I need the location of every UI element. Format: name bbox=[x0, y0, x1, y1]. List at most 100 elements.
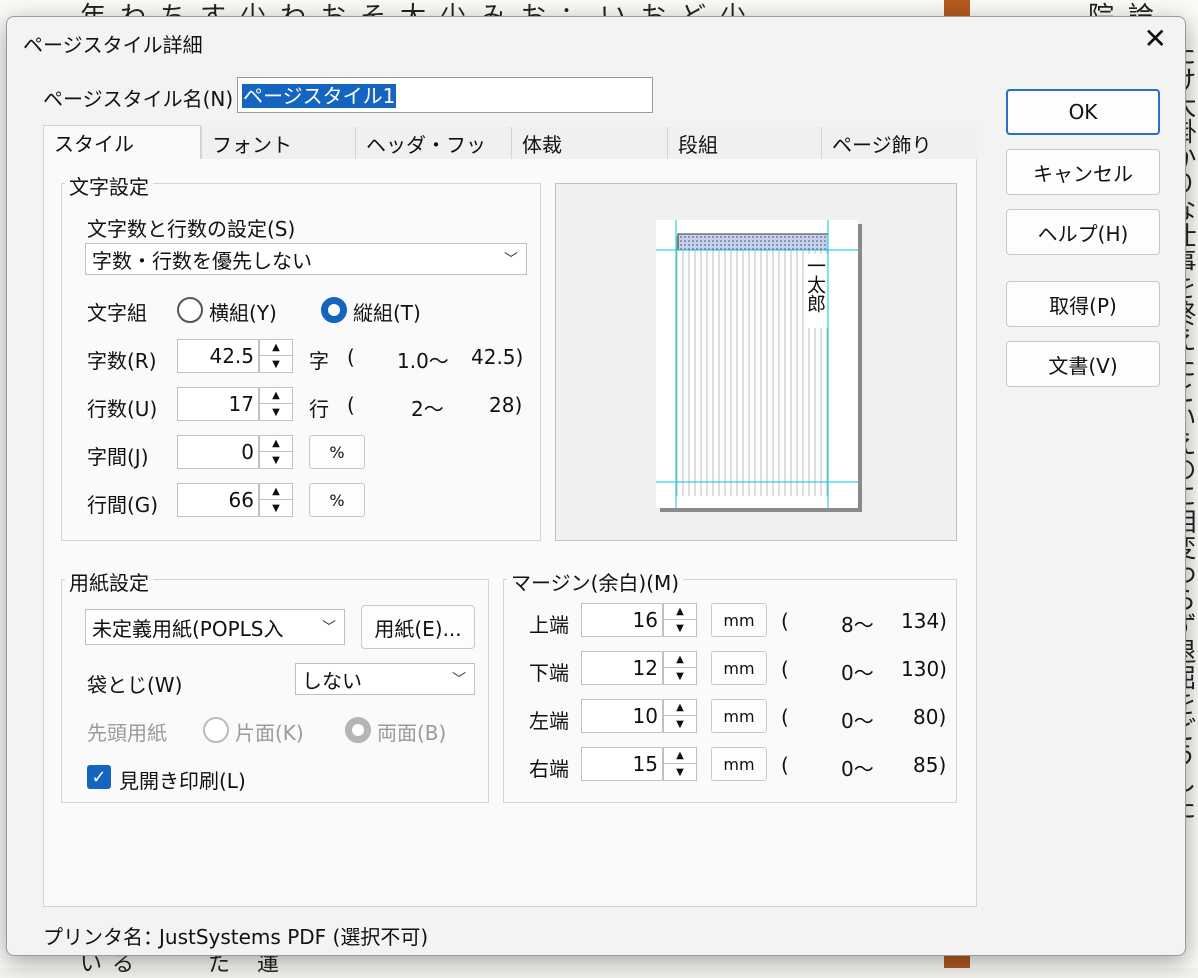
paper-settings-title: 用紙設定 bbox=[65, 567, 153, 596]
margin-left-spinner[interactable]: ▲ ▼ bbox=[663, 699, 697, 733]
char-count-value: 字数・行数を優先しない bbox=[92, 248, 312, 273]
margin-top-unit-button[interactable]: mm bbox=[711, 603, 767, 637]
spin-up-icon[interactable]: ▲ bbox=[260, 484, 292, 500]
vertical-radio[interactable] bbox=[321, 297, 347, 323]
spin-up-icon[interactable]: ▲ bbox=[664, 748, 696, 764]
margin-bottom-label: 下端 bbox=[529, 661, 569, 685]
printer-value: JustSystems PDF (選択不可) bbox=[159, 925, 429, 949]
margin-right-input[interactable]: 15 bbox=[581, 747, 663, 781]
spin-down-icon[interactable]: ▼ bbox=[260, 404, 292, 420]
spin-up-icon[interactable]: ▲ bbox=[260, 340, 292, 356]
spin-down-icon[interactable]: ▼ bbox=[664, 716, 696, 732]
tab-layout[interactable]: 体裁 bbox=[511, 127, 667, 159]
page-style-dialog: ページスタイル詳細 ✕ ページスタイル名(N) ページスタイル1 OK キャンセ… bbox=[6, 16, 1186, 956]
page-preview-graphic bbox=[656, 220, 862, 512]
lines-unit: 行 bbox=[309, 397, 329, 421]
paper-select[interactable]: 未定義用紙(POPLS入 ﹀ bbox=[85, 609, 345, 645]
margins-title: マージン(余白)(M) bbox=[507, 567, 684, 596]
spin-down-icon[interactable]: ▼ bbox=[664, 668, 696, 684]
margin-left-range-min: 0〜 bbox=[841, 709, 874, 733]
char-spacing-spinner[interactable]: ▲ ▼ bbox=[259, 435, 293, 469]
chevron-down-icon: ﹀ bbox=[504, 252, 518, 268]
binding-value: しない bbox=[302, 668, 362, 693]
chars-label: 字数(R) bbox=[87, 349, 157, 373]
margin-right-label: 右端 bbox=[529, 757, 569, 781]
paper-button[interactable]: 用紙(E)... bbox=[361, 605, 475, 649]
horizontal-radio[interactable] bbox=[177, 297, 203, 323]
margin-right-spinner[interactable]: ▲ ▼ bbox=[663, 747, 697, 781]
ok-button[interactable]: OK bbox=[1006, 89, 1160, 135]
char-settings-title: 文字設定 bbox=[65, 171, 153, 200]
document-button[interactable]: 文書(V) bbox=[1006, 341, 1160, 387]
margin-bottom-unit-button[interactable]: mm bbox=[711, 651, 767, 685]
margin-bottom-range-max: 130) bbox=[901, 657, 947, 681]
style-name-input[interactable]: ページスタイル1 bbox=[237, 77, 653, 113]
spread-print-label: 見開き印刷(L) bbox=[119, 769, 246, 793]
first-page-label: 先頭用紙 bbox=[87, 721, 167, 745]
spin-up-icon[interactable]: ▲ bbox=[664, 604, 696, 620]
spin-up-icon[interactable]: ▲ bbox=[260, 388, 292, 404]
line-spacing-input[interactable]: 66 bbox=[177, 483, 259, 517]
spin-up-icon[interactable]: ▲ bbox=[664, 700, 696, 716]
margin-bottom-range-open: ( bbox=[781, 657, 789, 681]
tab-font[interactable]: フォント bbox=[201, 127, 355, 159]
chevron-down-icon: ﹀ bbox=[318, 617, 336, 637]
chars-spinner[interactable]: ▲ ▼ bbox=[259, 339, 293, 373]
tab-header-footer[interactable]: ヘッダ・フッタ bbox=[355, 127, 511, 186]
spin-down-icon[interactable]: ▼ bbox=[260, 356, 292, 372]
margin-left-range-open: ( bbox=[781, 705, 789, 729]
chars-range-open: ( bbox=[347, 345, 355, 369]
vertical-label: 縦組(T) bbox=[353, 301, 421, 325]
lines-label: 行数(U) bbox=[87, 397, 158, 421]
lines-spinner[interactable]: ▲ ▼ bbox=[259, 387, 293, 421]
line-spacing-unit-button[interactable]: % bbox=[309, 483, 365, 517]
char-count-label: 文字数と行数の設定(S) bbox=[87, 217, 296, 241]
both-sides-label: 両面(B) bbox=[377, 721, 447, 745]
spin-up-icon[interactable]: ▲ bbox=[664, 652, 696, 668]
spin-down-icon[interactable]: ▼ bbox=[664, 764, 696, 780]
line-spacing-spinner[interactable]: ▲ ▼ bbox=[259, 483, 293, 517]
char-spacing-input[interactable]: 0 bbox=[177, 435, 259, 469]
help-button[interactable]: ヘルプ(H) bbox=[1006, 209, 1160, 255]
binding-select[interactable]: しない ﹀ bbox=[295, 663, 475, 695]
spin-down-icon[interactable]: ▼ bbox=[260, 500, 292, 516]
line-spacing-label: 行間(G) bbox=[87, 493, 159, 517]
margin-left-label: 左端 bbox=[529, 709, 569, 733]
margin-bottom-input[interactable]: 12 bbox=[581, 651, 663, 685]
chars-input[interactable]: 42.5 bbox=[177, 339, 259, 373]
both-sides-radio[interactable] bbox=[345, 717, 371, 743]
tab-style[interactable]: スタイル bbox=[43, 125, 201, 159]
background-text-column: たけ大掛かりな仕事を終えたといえのに相変わらず退屈をどうした bbox=[1186, 40, 1196, 820]
lines-input[interactable]: 17 bbox=[177, 387, 259, 421]
spin-down-icon[interactable]: ▼ bbox=[260, 452, 292, 468]
close-icon[interactable]: ✕ bbox=[1144, 25, 1167, 53]
spin-down-icon[interactable]: ▼ bbox=[664, 620, 696, 636]
one-side-radio[interactable] bbox=[203, 717, 229, 743]
char-count-select[interactable]: 字数・行数を優先しない ﹀ bbox=[85, 243, 527, 275]
char-spacing-unit-button[interactable]: % bbox=[309, 435, 365, 469]
one-side-label: 片面(K) bbox=[235, 721, 304, 745]
tab-page-decoration[interactable]: ページ飾り bbox=[821, 127, 977, 159]
spin-up-icon[interactable]: ▲ bbox=[260, 436, 292, 452]
lines-range-min: 2〜 bbox=[411, 397, 444, 421]
style-name-value: ページスタイル1 bbox=[242, 84, 397, 108]
margin-left-input[interactable]: 10 bbox=[581, 699, 663, 733]
margin-bottom-range-min: 0〜 bbox=[841, 661, 874, 685]
spread-print-checkbox[interactable]: ✓ bbox=[87, 765, 111, 789]
binding-label: 袋とじ(W) bbox=[87, 673, 183, 697]
margin-right-range-min: 0〜 bbox=[841, 757, 874, 781]
tab-columns[interactable]: 段組 bbox=[667, 127, 821, 159]
lines-range-max: 28) bbox=[489, 393, 523, 417]
char-spacing-label: 字間(J) bbox=[87, 445, 149, 469]
margin-top-spinner[interactable]: ▲ ▼ bbox=[663, 603, 697, 637]
chars-range-min: 1.0〜 bbox=[397, 349, 449, 373]
page-preview: 一太郎 bbox=[555, 183, 957, 541]
margin-bottom-spinner[interactable]: ▲ ▼ bbox=[663, 651, 697, 685]
margin-right-unit-button[interactable]: mm bbox=[711, 747, 767, 781]
margin-left-unit-button[interactable]: mm bbox=[711, 699, 767, 733]
margin-top-input[interactable]: 16 bbox=[581, 603, 663, 637]
cancel-button[interactable]: キャンセル bbox=[1006, 149, 1160, 195]
chars-unit: 字 bbox=[309, 349, 329, 373]
get-button[interactable]: 取得(P) bbox=[1006, 281, 1160, 327]
margin-right-range-max: 85) bbox=[913, 753, 947, 777]
